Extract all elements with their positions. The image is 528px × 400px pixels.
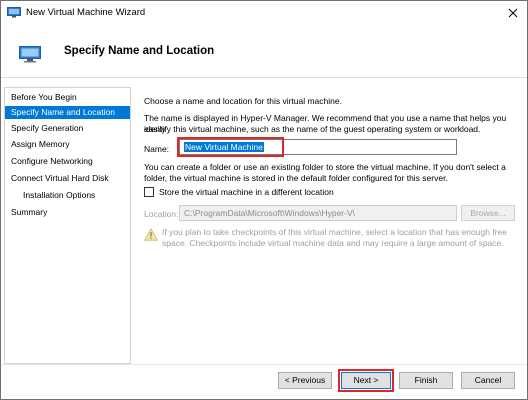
nav-item-label: Installation Options (23, 190, 96, 200)
nav-item-label: Configure Networking (11, 156, 93, 166)
browse-button: Browse... (461, 205, 515, 221)
next-highlight-box (338, 369, 394, 392)
nav-item-assign-memory[interactable]: Assign Memory (5, 138, 130, 151)
wizard-steps-nav: Before You Begin Specify Name and Locati… (4, 87, 131, 364)
location-input: C:\ProgramData\Microsoft\Windows\Hyper-V… (179, 205, 457, 221)
folder-description-line-2: folder, the virtual machine is stored in… (144, 173, 448, 183)
wizard-header: Specify Name and Location (1, 26, 527, 78)
intro-text: Choose a name and location for this virt… (144, 96, 342, 106)
store-location-checkbox[interactable] (144, 187, 154, 197)
page-title: Specify Name and Location (64, 45, 215, 57)
nav-item-label: Specify Generation (11, 123, 84, 133)
nav-item-specify-generation[interactable]: Specify Generation (5, 122, 130, 135)
virtual-machine-icon (7, 7, 21, 18)
name-description-line-2: identify this virtual machine, such as t… (144, 124, 481, 134)
warning-icon (144, 228, 158, 241)
checkpoint-warning-line-2: space. Checkpoints include virtual machi… (162, 238, 504, 248)
nav-item-label: Assign Memory (11, 139, 70, 149)
name-label: Name: (144, 144, 170, 154)
nav-item-label: Connect Virtual Hard Disk (11, 173, 109, 183)
nav-item-label: Specify Name and Location (11, 107, 115, 117)
nav-item-before-you-begin[interactable]: Before You Begin (5, 91, 130, 104)
close-icon (508, 8, 518, 18)
nav-item-configure-networking[interactable]: Configure Networking (5, 155, 130, 168)
close-button[interactable] (503, 3, 523, 23)
checkpoint-warning-line-1: If you plan to take checkpoints of this … (162, 227, 507, 237)
nav-item-label: Summary (11, 207, 48, 217)
title-bar: New Virtual Machine Wizard (1, 1, 527, 26)
window-title: New Virtual Machine Wizard (26, 7, 146, 18)
checkpoint-warning-text: If you plan to take checkpoints of this … (162, 227, 512, 249)
cancel-button[interactable]: Cancel (461, 372, 515, 389)
nav-item-specify-name-and-location[interactable]: Specify Name and Location (5, 106, 130, 119)
nav-item-summary[interactable]: Summary (5, 206, 130, 219)
store-location-checkbox-label[interactable]: Store the virtual machine in a different… (159, 187, 334, 197)
folder-description-line-1: You can create a folder or use an existi… (144, 162, 506, 172)
footer-divider (1, 364, 527, 365)
nav-item-label: Before You Begin (11, 92, 77, 102)
wizard-window: New Virtual Machine Wizard Specify Name … (0, 0, 528, 400)
location-label: Location: (144, 209, 179, 219)
name-highlight-box (177, 137, 284, 157)
nav-item-installation-options[interactable]: Installation Options (5, 189, 130, 202)
nav-item-connect-virtual-hard-disk[interactable]: Connect Virtual Hard Disk (5, 172, 130, 185)
finish-button[interactable]: Finish (399, 372, 453, 389)
virtual-machine-icon (19, 46, 41, 63)
previous-button[interactable]: < Previous (278, 372, 332, 389)
